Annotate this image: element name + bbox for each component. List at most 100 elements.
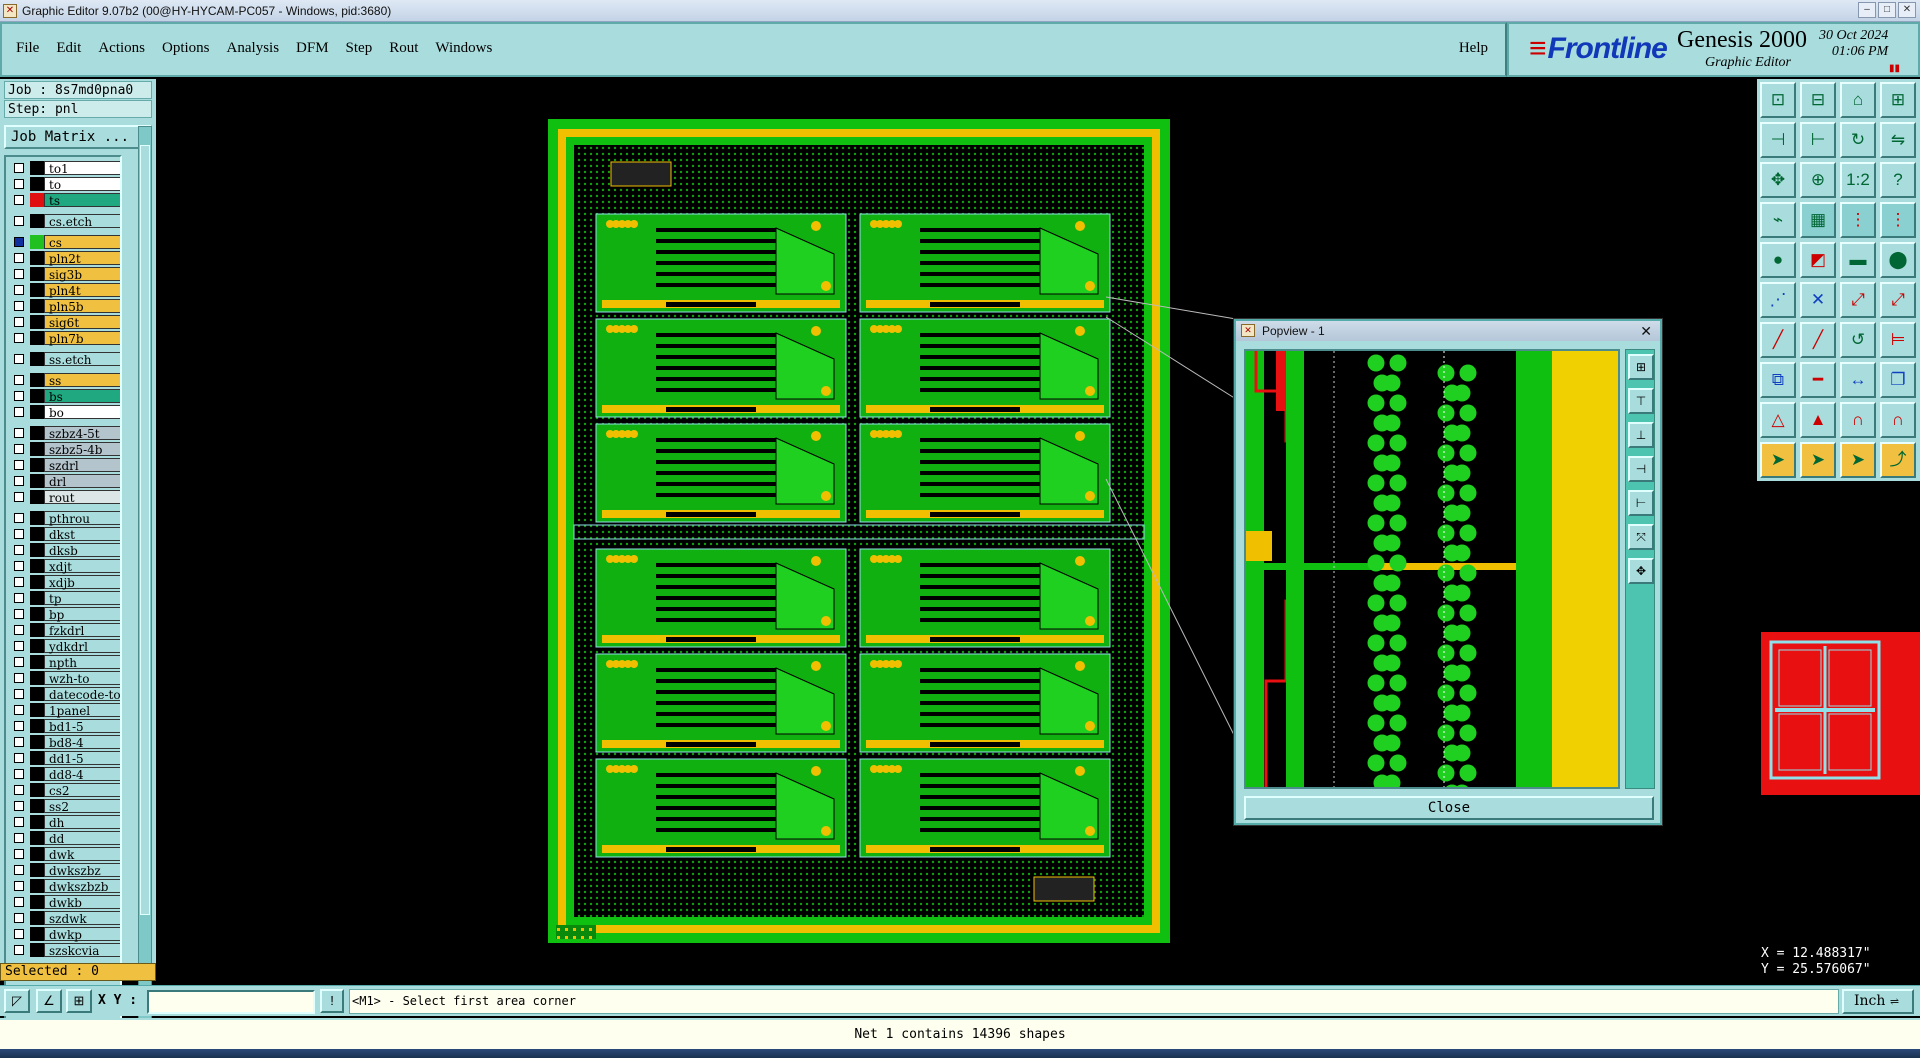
layer-color-swatch[interactable] <box>30 267 44 281</box>
menu-help[interactable]: Help <box>1459 40 1488 57</box>
layer-checkbox[interactable] <box>14 391 24 401</box>
layer-checkbox[interactable] <box>14 253 24 263</box>
layer-scrollbar[interactable] <box>138 126 152 1036</box>
copy-icon[interactable]: ❐ <box>1880 362 1916 398</box>
layer-name[interactable]: ts <box>44 193 120 208</box>
layer-name[interactable]: dwkszbzb <box>44 879 120 894</box>
select-red-icon[interactable]: ◩ <box>1800 242 1836 278</box>
popview-canvas[interactable] <box>1244 349 1620 789</box>
layer-name[interactable]: dksb <box>44 543 120 558</box>
menu-windows[interactable]: Windows <box>435 40 492 57</box>
layer-name[interactable]: xdjt <box>44 559 120 574</box>
triangle2-icon[interactable]: ▲ <box>1800 402 1836 438</box>
layer-checkbox[interactable] <box>14 444 24 454</box>
layer-name[interactable]: dh <box>44 815 120 830</box>
link2-icon[interactable]: ⤢ <box>1880 282 1916 318</box>
layer-color-swatch[interactable] <box>30 235 44 249</box>
layer-checkbox[interactable] <box>14 657 24 667</box>
layer-color-swatch[interactable] <box>30 639 44 653</box>
layer-name[interactable]: sig6t <box>44 315 120 330</box>
layer-row-dh[interactable]: dh <box>8 815 120 830</box>
layer-row-szdrl[interactable]: szdrl <box>8 458 120 473</box>
layer-name[interactable]: to1 <box>44 161 120 176</box>
split-icon[interactable]: ⊞ <box>1880 82 1916 118</box>
layer-row-to1[interactable]: to1 <box>8 161 120 176</box>
layer-name[interactable]: cs2 <box>44 783 120 798</box>
layer-name[interactable]: pln4t <box>44 283 120 298</box>
layer-row-dwkb[interactable]: dwkb <box>8 895 120 910</box>
layer-checkbox[interactable] <box>14 833 24 843</box>
layer-checkbox[interactable] <box>14 407 24 417</box>
node-icon[interactable]: ⋰ <box>1760 282 1796 318</box>
layer-row-szbz5-4b[interactable]: szbz5-4b <box>8 442 120 457</box>
layer-name[interactable]: npth <box>44 655 120 670</box>
job-matrix-button[interactable]: Job Matrix ... <box>4 125 152 149</box>
minimize-icon[interactable]: – <box>1858 2 1876 18</box>
layer-row-npth[interactable]: npth <box>8 655 120 670</box>
layer-checkbox[interactable] <box>14 333 24 343</box>
layer-checkbox[interactable] <box>14 317 24 327</box>
layer-checkbox[interactable] <box>14 689 24 699</box>
menu-options[interactable]: Options <box>162 40 210 57</box>
layer-row-ss[interactable]: ss <box>8 373 120 388</box>
layer-name[interactable]: bp <box>44 607 120 622</box>
layer-row-tp[interactable]: tp <box>8 591 120 606</box>
snapshot-icon[interactable]: ⌁ <box>1760 202 1796 238</box>
layer-color-swatch[interactable] <box>30 831 44 845</box>
layer-row-dd[interactable]: dd <box>8 831 120 846</box>
layer-row-sig3b[interactable]: sig3b <box>8 267 120 282</box>
measure-icon[interactable]: ∠ <box>36 989 62 1013</box>
layer-row-dd1-5[interactable]: dd1-5 <box>8 751 120 766</box>
layer-checkbox[interactable] <box>14 673 24 683</box>
layer-name[interactable]: xdjb <box>44 575 120 590</box>
layer-row-cs[interactable]: cs <box>8 235 120 250</box>
layer-name[interactable]: szbz5-4b <box>44 442 120 457</box>
layer-color-swatch[interactable] <box>30 177 44 191</box>
layer-name[interactable]: bd1-5 <box>44 719 120 734</box>
pointer3-icon[interactable]: ➤ <box>1840 442 1876 478</box>
layer-checkbox[interactable] <box>14 945 24 955</box>
popview-left-icon[interactable]: ⊣ <box>1628 456 1654 482</box>
layer-row-rout[interactable]: rout <box>8 490 120 505</box>
layer-name[interactable]: bd8-4 <box>44 735 120 750</box>
layer-row-datecode-to[interactable]: datecode-to <box>8 687 120 702</box>
layer-row-cs.etch[interactable]: cs.etch <box>8 214 120 229</box>
layer-row-wzh-to[interactable]: wzh-to <box>8 671 120 686</box>
menu-step[interactable]: Step <box>346 40 373 57</box>
ruler-icon[interactable]: ▬ <box>1840 242 1876 278</box>
layer-name[interactable]: szdrl <box>44 458 120 473</box>
layer-color-swatch[interactable] <box>30 214 44 228</box>
layer-color-swatch[interactable] <box>30 442 44 456</box>
layer-name[interactable]: dwk <box>44 847 120 862</box>
menu-dfm[interactable]: DFM <box>296 40 329 57</box>
menu-rout[interactable]: Rout <box>389 40 418 57</box>
layer-color-swatch[interactable] <box>30 655 44 669</box>
layer-checkbox[interactable] <box>14 865 24 875</box>
maximize-icon[interactable]: □ <box>1878 2 1896 18</box>
help-icon[interactable]: ? <box>1880 162 1916 198</box>
layer-row-szskcvia[interactable]: szskcvia <box>8 943 120 958</box>
layer-name[interactable]: pln2t <box>44 251 120 266</box>
layer-name[interactable]: tp <box>44 591 120 606</box>
layer-checkbox[interactable] <box>14 737 24 747</box>
layer-row-ts[interactable]: ts <box>8 193 120 208</box>
layer-checkbox[interactable] <box>14 285 24 295</box>
layer-checkbox[interactable] <box>14 460 24 470</box>
layer-name[interactable]: pln5b <box>44 299 120 314</box>
layer-row-pln7b[interactable]: pln7b <box>8 331 120 346</box>
layer-checkbox[interactable] <box>14 179 24 189</box>
layer-checkbox[interactable] <box>14 301 24 311</box>
layer-color-swatch[interactable] <box>30 719 44 733</box>
layer-checkbox[interactable] <box>14 216 24 226</box>
layer-checkbox[interactable] <box>14 428 24 438</box>
layer-color-swatch[interactable] <box>30 373 44 387</box>
layer-row-drl[interactable]: drl <box>8 474 120 489</box>
layer-row-dd8-4[interactable]: dd8-4 <box>8 767 120 782</box>
layer-row-pln4t[interactable]: pln4t <box>8 283 120 298</box>
popview-fit-icon[interactable]: ⊞ <box>1628 354 1654 380</box>
layer-color-swatch[interactable] <box>30 879 44 893</box>
layer-color-swatch[interactable] <box>30 911 44 925</box>
layer-checkbox[interactable] <box>14 881 24 891</box>
net-red-icon[interactable]: ⋮ <box>1840 202 1876 238</box>
layer-row-bp[interactable]: bp <box>8 607 120 622</box>
